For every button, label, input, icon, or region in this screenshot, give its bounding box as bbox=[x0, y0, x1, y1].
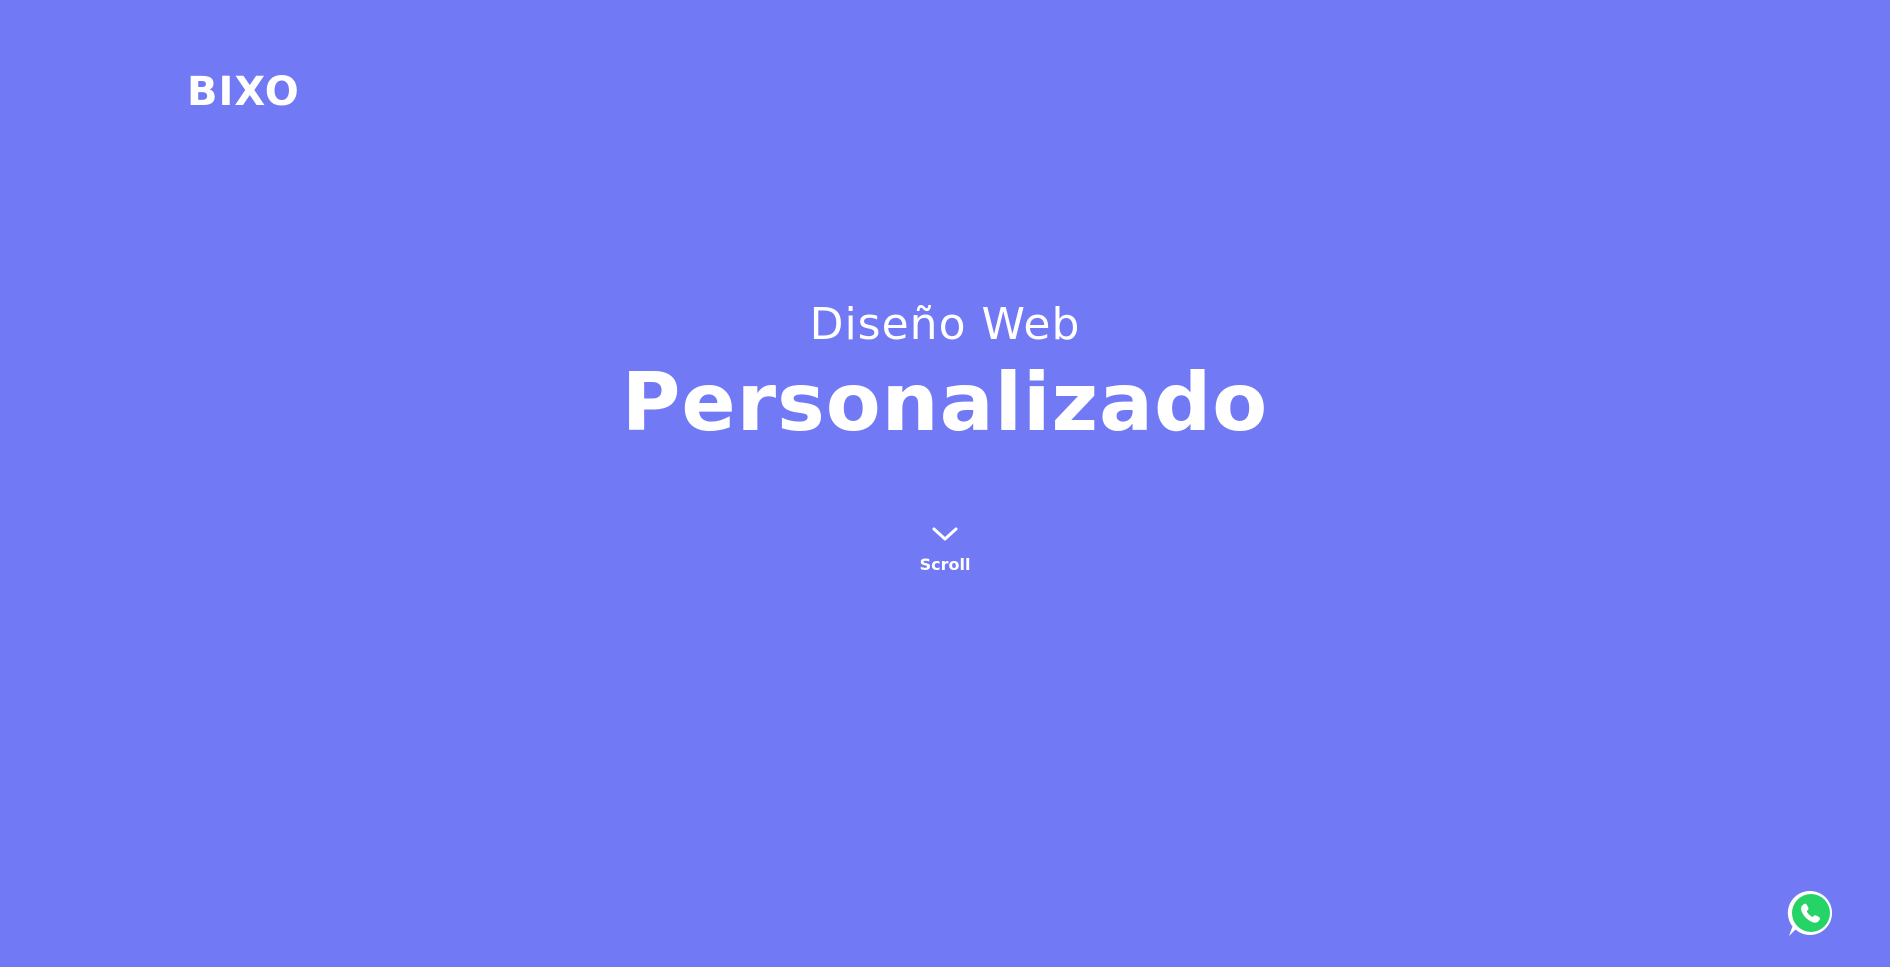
brand-logo[interactable]: BIXO bbox=[187, 72, 300, 112]
whatsapp-button[interactable] bbox=[1785, 888, 1837, 940]
chevron-down-icon bbox=[932, 527, 958, 541]
hero-section: Diseño Web Personalizado bbox=[0, 295, 1890, 451]
hero-title: Personalizado bbox=[621, 356, 1269, 449]
scroll-button[interactable]: Scroll bbox=[895, 525, 995, 574]
whatsapp-icon bbox=[1787, 890, 1833, 936]
hero-subtitle: Diseño Web bbox=[809, 299, 1081, 350]
scroll-label: Scroll bbox=[919, 555, 971, 574]
